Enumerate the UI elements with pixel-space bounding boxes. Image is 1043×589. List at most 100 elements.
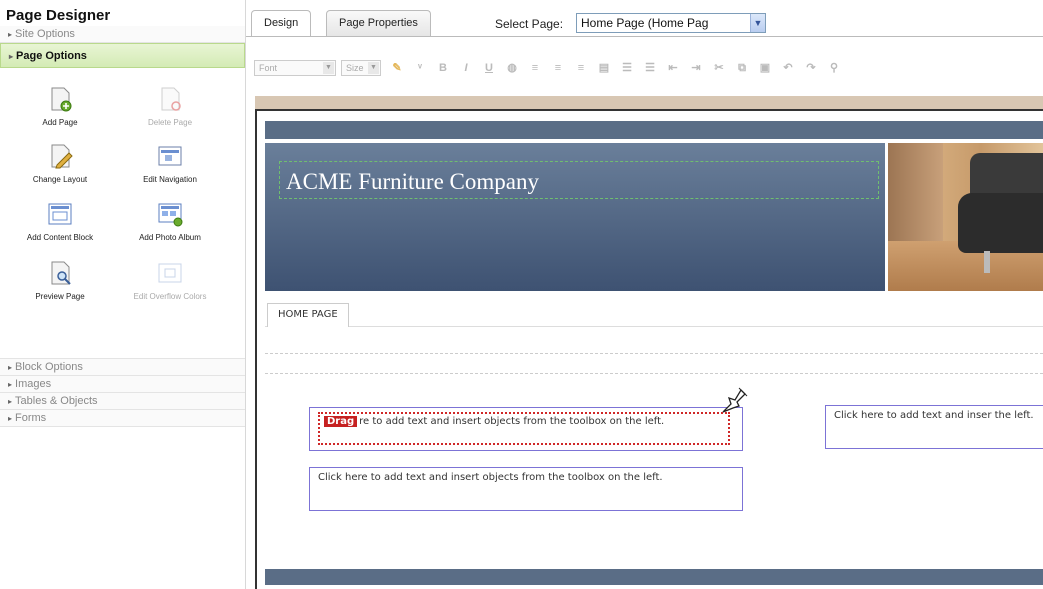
chevron-down-icon: ▼ — [323, 62, 334, 74]
add-page-button[interactable]: Add Page — [10, 86, 110, 127]
tool-label: Add Page — [42, 118, 78, 127]
tool-label: Add Photo Album — [139, 233, 201, 242]
section-label: Block Options — [15, 361, 83, 373]
link-icon[interactable]: ⚲ — [827, 61, 841, 75]
drag-label: Drag — [324, 416, 358, 427]
page-designer-sidebar: Page Designer ▸ Site Options ▸ Page Option… — [0, 0, 246, 589]
site-title[interactable]: ACME Furniture Company — [286, 169, 539, 195]
preview-page-icon — [51, 261, 71, 285]
size-select[interactable]: Size ▼ — [341, 60, 381, 76]
add-content-block-icon — [48, 203, 72, 225]
align-left-icon[interactable]: ≡ — [528, 61, 542, 75]
bottom-strip — [265, 569, 1043, 585]
undo-icon[interactable]: ↶ — [781, 61, 795, 75]
change-layout-icon — [51, 144, 73, 169]
designer-topbar: Design Page Properties Select Page: Home… — [246, 0, 1043, 96]
ordered-list-icon[interactable]: ☰ — [620, 61, 634, 75]
sidebar-title: Page Designer — [6, 7, 111, 24]
add-content-block-button[interactable]: Add Content Block — [10, 201, 110, 242]
delete-page-icon — [161, 87, 181, 111]
section-tables-objects[interactable]: ▸ Tables & Objects — [0, 393, 245, 410]
section-label: Forms — [15, 412, 47, 424]
tool-label: Preview Page — [35, 292, 85, 301]
select-page-label: Select Page: — [495, 17, 564, 31]
edit-overflow-colors-button[interactable]: Edit Overflow Colors — [120, 260, 220, 301]
header-title-region[interactable]: ACME Furniture Company — [279, 161, 879, 199]
tool-label: Delete Page — [147, 118, 193, 127]
tool-label: Add Content Block — [26, 233, 94, 242]
content-block-right[interactable]: Click here to add text and inser the lef… — [825, 405, 1043, 449]
photo-wall-panel — [888, 143, 943, 243]
top-strip — [265, 121, 1043, 139]
section-site-options[interactable]: ▸ Site Options — [0, 26, 245, 43]
tab-page-properties[interactable]: Page Properties — [326, 10, 431, 36]
chevron-right-icon: ▸ — [8, 414, 13, 423]
site-header: ACME Furniture Company — [265, 143, 885, 291]
font-select-value: Font — [259, 63, 278, 73]
align-right-icon[interactable]: ≡ — [574, 61, 588, 75]
cut-icon[interactable]: ✂ — [712, 61, 726, 75]
block-text: Click here to add text and inser the lef… — [834, 410, 1034, 421]
paste-icon[interactable]: ▣ — [758, 61, 772, 75]
underline-icon[interactable]: U — [482, 61, 496, 75]
chevron-right-icon: ▸ — [8, 30, 13, 39]
site-navigation: HOME PAGE — [265, 297, 1043, 327]
color-icon[interactable]: ◍ — [505, 61, 519, 75]
header-photo — [888, 143, 1043, 291]
italic-icon[interactable]: I — [459, 61, 473, 75]
outdent-icon[interactable]: ⇤ — [666, 61, 680, 75]
section-forms[interactable]: ▸ Forms — [0, 410, 245, 427]
chevron-right-icon: ▸ — [8, 363, 13, 372]
tool-label: Edit Overflow Colors — [133, 292, 207, 301]
section-page-options[interactable]: ▸ Page Options — [0, 43, 245, 68]
indent-icon[interactable]: ⇥ — [689, 61, 703, 75]
section-label: Tables & Objects — [15, 395, 98, 407]
chevron-down-icon: ▼ — [750, 14, 765, 32]
justify-icon[interactable]: ▤ — [597, 61, 611, 75]
preview-page-button[interactable]: Preview Page — [10, 260, 110, 301]
redo-icon[interactable]: ↷ — [804, 61, 818, 75]
tool-label: Change Layout — [32, 175, 88, 184]
bold-icon[interactable]: B — [436, 61, 450, 75]
page-options-toolbox: Add Page Delete Page Change Layout Edit … — [0, 68, 245, 358]
layout-guide — [265, 353, 1043, 354]
select-page-dropdown[interactable]: Home Page (Home Pag ▼ — [576, 13, 766, 33]
tab-divider — [246, 36, 1043, 37]
section-images[interactable]: ▸ Images — [0, 376, 245, 393]
font-select[interactable]: Font ▼ — [254, 60, 336, 76]
copy-icon[interactable]: ⧉ — [735, 61, 749, 75]
size-select-value: Size — [346, 63, 364, 73]
design-canvas: ACME Furniture Company HOME PAGE Drag re … — [255, 96, 1043, 589]
page-preview: ACME Furniture Company HOME PAGE Drag re … — [255, 109, 1043, 589]
format-toolbar: Font ▼ Size ▼ ✎ ᵛ B I U ◍ ≡ ≡ ≡ ▤ ☰ ☰ ⇤ ⇥ … — [254, 58, 841, 78]
chevron-right-icon: ▸ — [9, 52, 14, 61]
nav-item-home-page[interactable]: HOME PAGE — [267, 303, 349, 327]
delete-page-button[interactable]: Delete Page — [120, 86, 220, 127]
chevron-right-icon: ▸ — [8, 380, 13, 389]
section-label: Page Options — [16, 50, 87, 62]
change-layout-button[interactable]: Change Layout — [10, 143, 110, 184]
format-painter-icon[interactable]: ᵛ — [413, 61, 427, 75]
edit-navigation-icon — [158, 146, 182, 166]
lower-sections: ▸ Block Options ▸ Images ▸ Tables & Objects… — [0, 358, 245, 427]
photo-chair-leg — [984, 251, 990, 273]
drag-drop-target[interactable]: Drag re to add text and insert objects fr… — [318, 412, 730, 445]
highlight-icon[interactable]: ✎ — [390, 61, 404, 75]
tool-label: Edit Navigation — [143, 175, 197, 184]
content-block[interactable]: Click here to add text and insert object… — [309, 467, 743, 511]
edit-navigation-button[interactable]: Edit Navigation — [120, 143, 220, 184]
photo-chair — [958, 193, 1043, 253]
select-page-value: Home Page (Home Pag — [581, 16, 709, 30]
align-center-icon[interactable]: ≡ — [551, 61, 565, 75]
tab-design[interactable]: Design — [251, 10, 312, 36]
section-label: Images — [15, 378, 52, 390]
add-photo-album-button[interactable]: Add Photo Album — [120, 201, 220, 242]
block-text: re to add text and insert objects from t… — [359, 416, 665, 427]
section-label: Site Options — [15, 28, 75, 40]
unordered-list-icon[interactable]: ☰ — [643, 61, 657, 75]
add-page-icon — [51, 87, 72, 112]
section-block-options[interactable]: ▸ Block Options — [0, 359, 245, 376]
content-block-dragging[interactable]: Drag re to add text and insert objects fr… — [309, 407, 743, 451]
chevron-down-icon: ▼ — [368, 62, 379, 74]
chevron-right-icon: ▸ — [8, 397, 13, 406]
